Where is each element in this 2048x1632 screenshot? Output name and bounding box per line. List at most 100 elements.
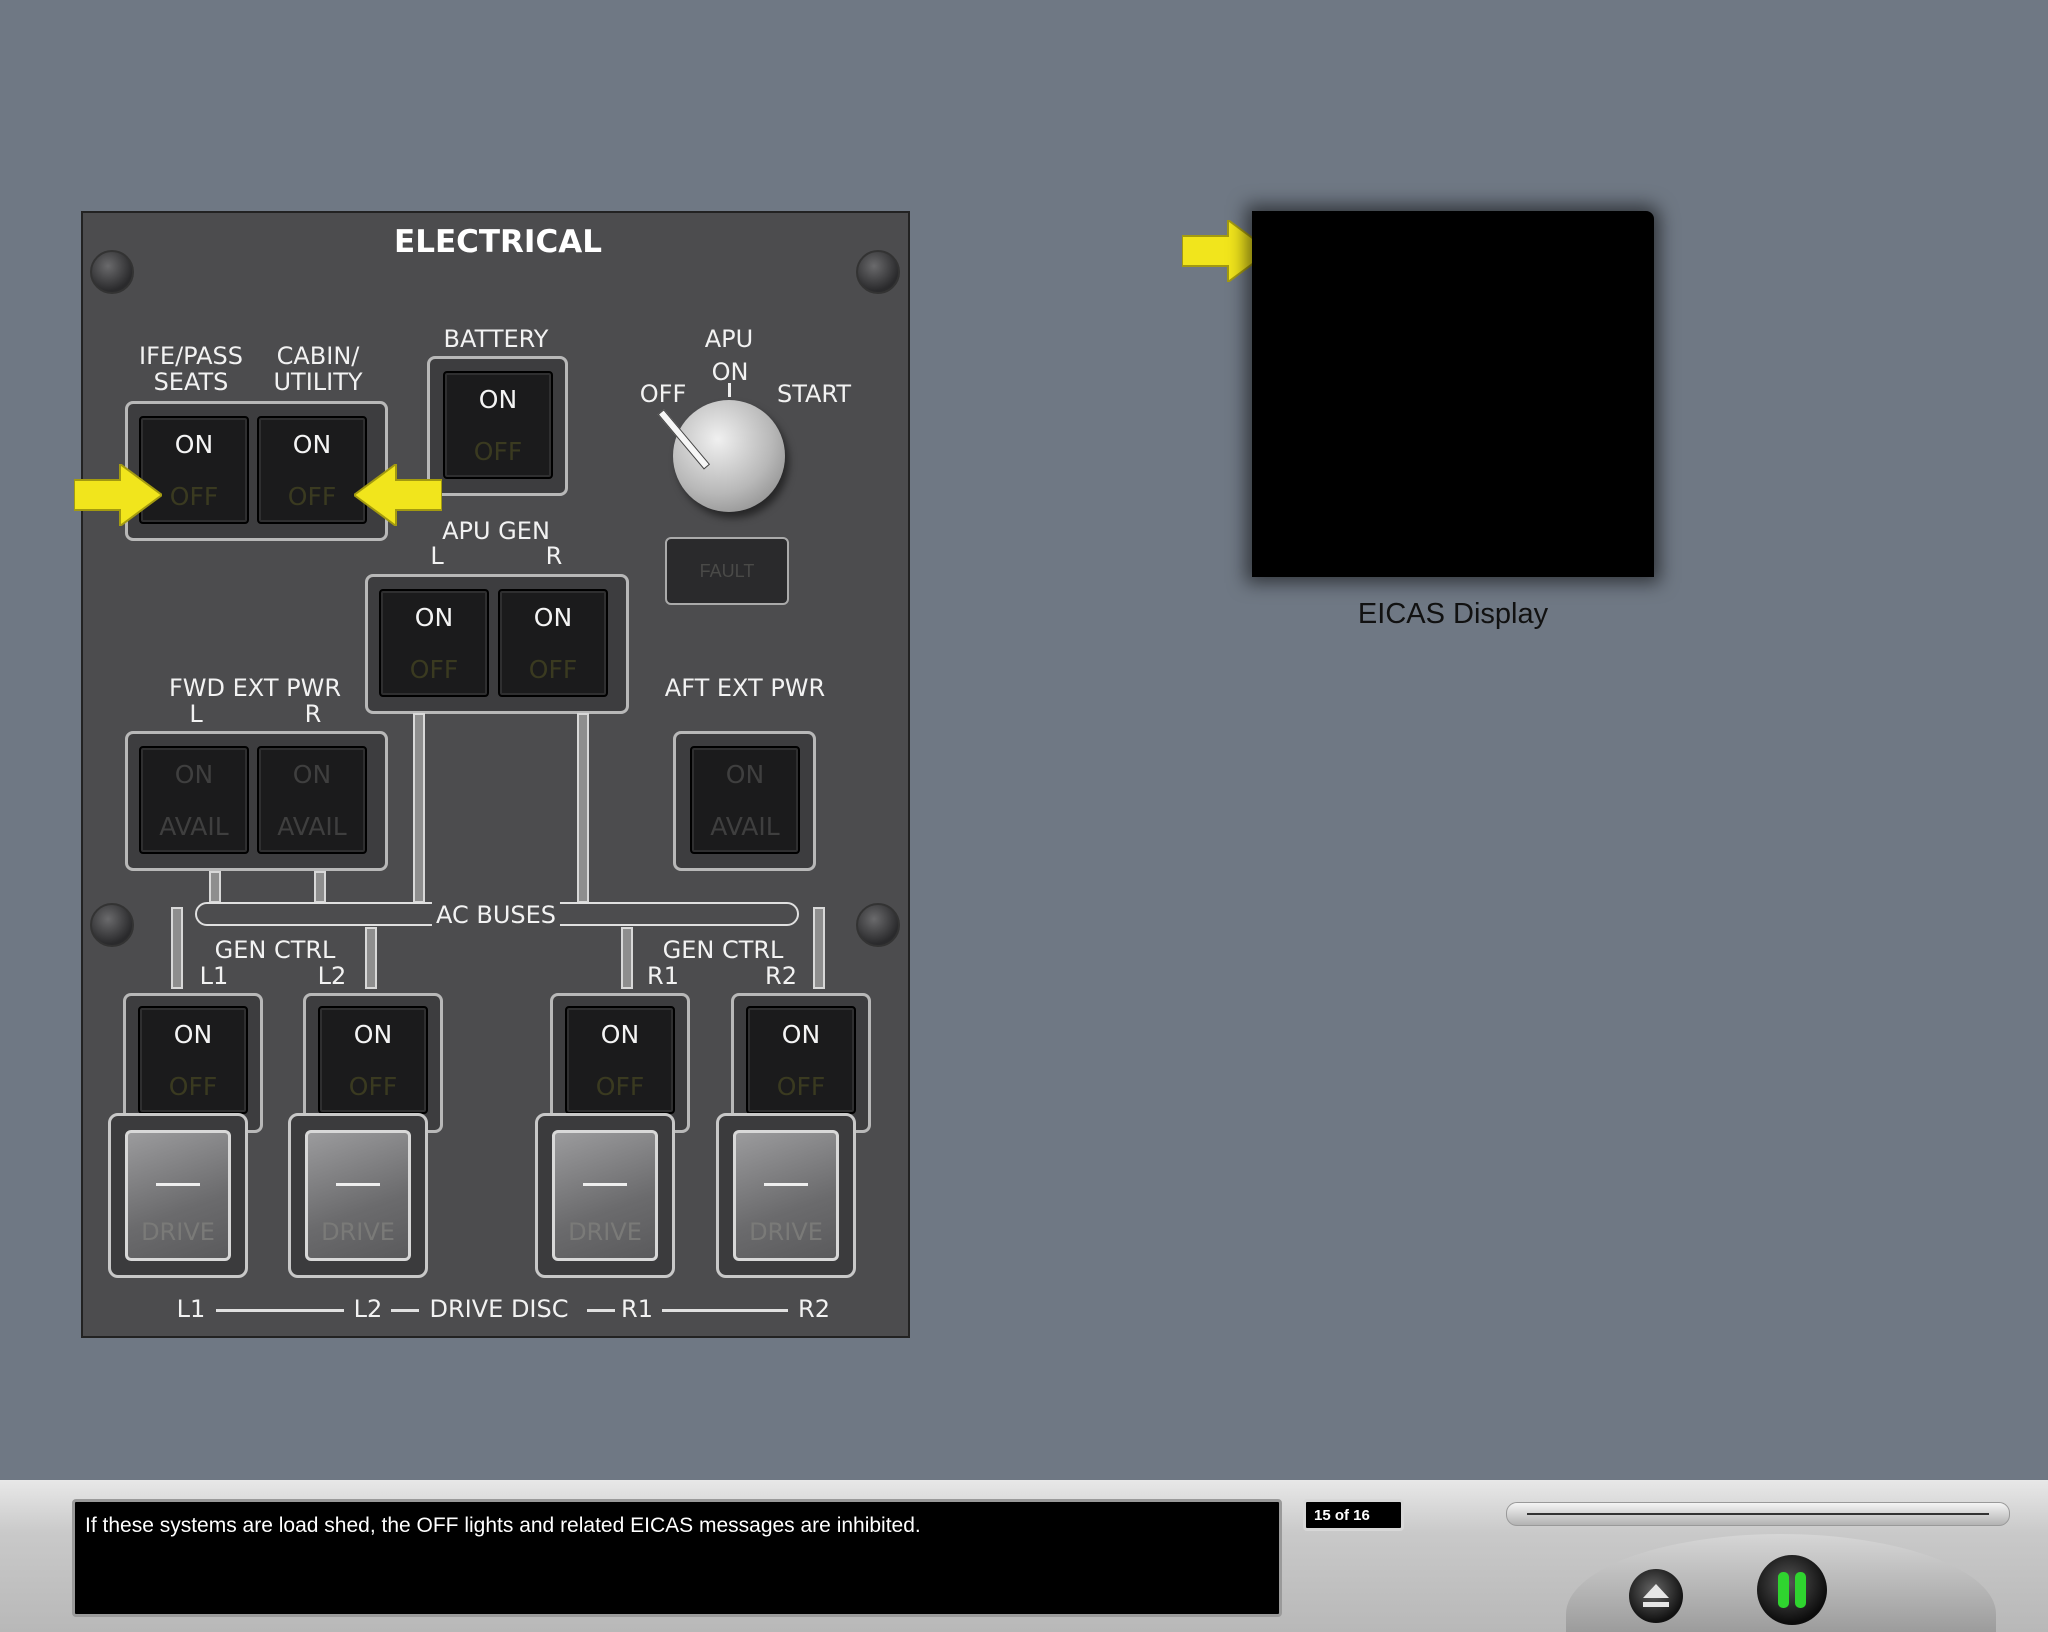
drive-disc-r2: R2 bbox=[798, 1295, 830, 1323]
electrical-panel: ELECTRICAL IFE/PASS SEATS CABIN/ UTILITY… bbox=[81, 211, 910, 1338]
apu-on-label: ON bbox=[711, 358, 749, 386]
page-counter: 15 of 16 bbox=[1303, 1499, 1404, 1531]
bus-line bbox=[314, 871, 326, 903]
aft-ext-label: AFT EXT PWR bbox=[664, 674, 826, 702]
gen-ctrl-l2-label: L2 bbox=[317, 962, 347, 990]
gen-ctrl-l1-label: L1 bbox=[199, 962, 229, 990]
gen-ctrl-r2-group: ON OFF bbox=[731, 993, 871, 1133]
drive-disc-l1-guard[interactable]: DRIVE bbox=[108, 1113, 248, 1278]
progress-slider[interactable] bbox=[1506, 1502, 2010, 1526]
screw-icon bbox=[90, 250, 134, 294]
battery-off-light: OFF bbox=[473, 436, 523, 466]
eicas-display bbox=[1252, 211, 1654, 577]
drive-disc-label: DRIVE DISC bbox=[429, 1295, 569, 1323]
drive-disc-r1: R1 bbox=[621, 1295, 653, 1323]
ife-label-1: IFE/PASS bbox=[139, 342, 243, 370]
ife-label-2: SEATS bbox=[153, 368, 229, 396]
eject-button[interactable] bbox=[1629, 1569, 1683, 1623]
aft-ext-avail-light: AVAIL bbox=[710, 811, 780, 841]
screw-icon bbox=[856, 250, 900, 294]
gen-r1-off-light: OFF bbox=[595, 1071, 645, 1101]
drive-disc-r2-guard[interactable]: DRIVE bbox=[716, 1113, 856, 1278]
gen-ctrl-l2-switch[interactable]: ON OFF bbox=[318, 1006, 428, 1114]
gen-r2-off-light: OFF bbox=[776, 1071, 826, 1101]
gen-ctrl-r2-label: R2 bbox=[765, 962, 797, 990]
ac-buses-label: AC BUSES bbox=[431, 902, 561, 928]
gen-ctrl-r1-group: ON OFF bbox=[550, 993, 690, 1133]
drive-disc-line bbox=[391, 1309, 419, 1312]
fwd-ext-l-label: L bbox=[189, 700, 203, 728]
gen-r2-on-light: ON bbox=[781, 1019, 821, 1049]
drive-disc-l2: L2 bbox=[353, 1295, 383, 1323]
ife-on-light: ON bbox=[174, 429, 214, 459]
gen-l2-on-light: ON bbox=[353, 1019, 393, 1049]
cabin-label-2: UTILITY bbox=[273, 368, 363, 396]
apu-fault-light: FAULT bbox=[665, 537, 789, 605]
gen-ctrl-l2-group: ON OFF bbox=[303, 993, 443, 1133]
fwd-ext-l-switch[interactable]: ON AVAIL bbox=[139, 746, 249, 854]
drive-l1-label: DRIVE bbox=[141, 1218, 215, 1246]
fwd-ext-r-avail-light: AVAIL bbox=[277, 811, 347, 841]
apu-off-label: OFF bbox=[639, 380, 687, 408]
aft-ext-group: ON AVAIL bbox=[673, 731, 816, 871]
drive-disc-l1: L1 bbox=[176, 1295, 206, 1323]
apu-gen-r-switch[interactable]: ON OFF bbox=[498, 589, 608, 697]
gen-ctrl-r2-switch[interactable]: ON OFF bbox=[746, 1006, 856, 1114]
fwd-ext-r-switch[interactable]: ON AVAIL bbox=[257, 746, 367, 854]
apu-gen-r-off-light: OFF bbox=[528, 654, 578, 684]
bus-line bbox=[813, 907, 825, 989]
gen-ctrl-l1-switch[interactable]: ON OFF bbox=[138, 1006, 248, 1114]
pause-icon bbox=[1778, 1572, 1806, 1608]
apu-label: APU bbox=[704, 325, 754, 353]
apu-gen-r-label: R bbox=[545, 542, 563, 570]
gen-ctrl-l1-group: ON OFF bbox=[123, 993, 263, 1133]
panel-title: ELECTRICAL bbox=[394, 224, 602, 260]
drive-disc-line bbox=[662, 1309, 788, 1312]
bus-line bbox=[209, 871, 221, 903]
drive-disc-r1-guard[interactable]: DRIVE bbox=[535, 1113, 675, 1278]
screw-icon bbox=[90, 903, 134, 947]
gen-l1-on-light: ON bbox=[173, 1019, 213, 1049]
bus-line bbox=[413, 713, 425, 903]
bus-line bbox=[365, 927, 377, 989]
cabin-on-light: ON bbox=[292, 429, 332, 459]
aft-ext-on-light: ON bbox=[725, 759, 765, 789]
apu-selector-knob[interactable] bbox=[673, 400, 785, 512]
apu-gen-l-switch[interactable]: ON OFF bbox=[379, 589, 489, 697]
drive-l2-label: DRIVE bbox=[321, 1218, 395, 1246]
fwd-ext-l-avail-light: AVAIL bbox=[159, 811, 229, 841]
battery-switch[interactable]: ON OFF bbox=[443, 371, 553, 479]
bus-line bbox=[621, 927, 633, 989]
fwd-ext-l-on-light: ON bbox=[174, 759, 214, 789]
fwd-ext-label: FWD EXT PWR bbox=[169, 674, 341, 702]
apu-tick bbox=[728, 383, 731, 397]
pause-button[interactable] bbox=[1757, 1555, 1827, 1625]
apu-gen-l-label: L bbox=[430, 542, 444, 570]
apu-start-label: START bbox=[776, 380, 852, 408]
arrow-pointer-icon bbox=[354, 464, 442, 526]
gen-l1-off-light: OFF bbox=[168, 1071, 218, 1101]
screw-icon bbox=[856, 903, 900, 947]
cabin-utility-switch[interactable]: ON OFF bbox=[257, 416, 367, 524]
apu-gen-l-off-light: OFF bbox=[409, 654, 459, 684]
gen-ctrl-r1-switch[interactable]: ON OFF bbox=[565, 1006, 675, 1114]
gen-l2-off-light: OFF bbox=[348, 1071, 398, 1101]
bus-line bbox=[171, 907, 183, 989]
battery-on-light: ON bbox=[478, 384, 518, 414]
fwd-ext-r-on-light: ON bbox=[292, 759, 332, 789]
drive-disc-line bbox=[587, 1309, 615, 1312]
apu-gen-label: APU GEN bbox=[442, 517, 550, 545]
fwd-ext-group: ON AVAIL ON AVAIL bbox=[125, 731, 388, 871]
drive-disc-l2-guard[interactable]: DRIVE bbox=[288, 1113, 428, 1278]
gen-r1-on-light: ON bbox=[600, 1019, 640, 1049]
gen-ctrl-right-label: GEN CTRL bbox=[662, 936, 784, 964]
caption-text: If these systems are load shed, the OFF … bbox=[72, 1499, 1282, 1617]
cabin-off-light: OFF bbox=[287, 481, 337, 511]
eject-icon bbox=[1643, 1584, 1669, 1607]
fwd-ext-r-label: R bbox=[304, 700, 322, 728]
aft-ext-switch[interactable]: ON AVAIL bbox=[690, 746, 800, 854]
battery-group: ON OFF bbox=[427, 356, 568, 496]
gen-ctrl-left-label: GEN CTRL bbox=[214, 936, 336, 964]
drive-disc-line bbox=[216, 1309, 344, 1312]
drive-r1-label: DRIVE bbox=[568, 1218, 642, 1246]
